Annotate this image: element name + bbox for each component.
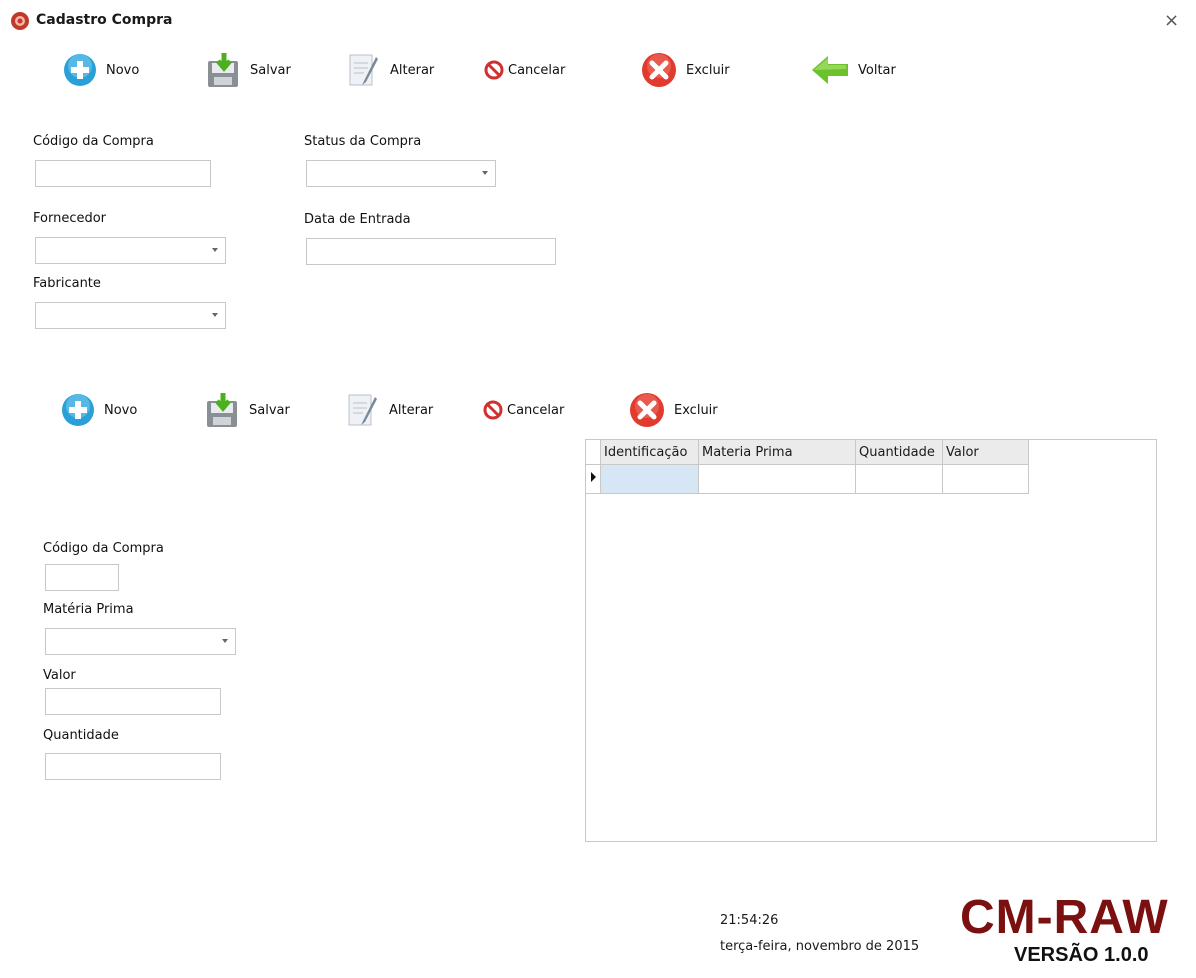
codigo-compra-input[interactable] [35, 160, 211, 187]
fornecedor-label: Fornecedor [33, 211, 107, 226]
chevron-down-icon [212, 313, 218, 317]
codigo-compra-label: Código da Compra [33, 134, 154, 149]
chevron-down-icon [222, 639, 228, 643]
salvar-item-label: Salvar [249, 402, 290, 418]
column-header-quantidade[interactable]: Quantidade [855, 440, 943, 465]
window-title: Cadastro Compra [36, 12, 173, 28]
cancel-icon [484, 60, 504, 80]
chevron-down-icon [212, 248, 218, 252]
chevron-down-icon [482, 171, 488, 175]
item-codigo-compra-input[interactable] [45, 564, 119, 591]
status-compra-label: Status da Compra [304, 134, 422, 149]
salvar-button[interactable]: Salvar [206, 50, 291, 90]
salvar-item-button[interactable]: Salvar [205, 390, 290, 430]
save-icon [206, 51, 242, 89]
current-date: terça-feira, novembro de 2015 [720, 939, 920, 954]
clock-time: 21:54:26 [720, 913, 779, 928]
cell-valor[interactable] [942, 464, 1029, 494]
materia-prima-label: Matéria Prima [43, 602, 134, 617]
app-icon [10, 11, 30, 31]
items-table: Identificação Materia Prima Quantidade V… [586, 440, 1029, 494]
novo-item-button[interactable]: Novo [60, 390, 137, 430]
save-icon [205, 391, 241, 429]
status-compra-select[interactable] [306, 160, 496, 187]
excluir-button[interactable]: Excluir [640, 50, 730, 90]
voltar-label: Voltar [858, 62, 896, 78]
column-header-identificacao[interactable]: Identificação [600, 440, 699, 465]
cancelar-item-button[interactable]: Cancelar [483, 390, 564, 430]
edit-icon [345, 391, 381, 429]
alterar-label: Alterar [390, 62, 435, 78]
cell-materia-prima[interactable] [698, 464, 856, 494]
fornecedor-select[interactable] [35, 237, 226, 264]
cell-identificacao[interactable] [600, 464, 699, 494]
alterar-item-label: Alterar [389, 402, 434, 418]
novo-label: Novo [106, 62, 140, 78]
excluir-label: Excluir [686, 62, 730, 78]
salvar-label: Salvar [250, 62, 291, 78]
alterar-item-button[interactable]: Alterar [345, 390, 433, 430]
cancelar-button[interactable]: Cancelar [484, 50, 565, 90]
quantidade-input[interactable] [45, 753, 221, 780]
materia-prima-select[interactable] [45, 628, 236, 655]
items-grid[interactable]: Identificação Materia Prima Quantidade V… [585, 439, 1157, 842]
fabricante-label: Fabricante [33, 276, 101, 291]
item-codigo-compra-label: Código da Compra [43, 541, 164, 556]
data-entrada-input[interactable] [306, 238, 556, 265]
row-selector-icon [586, 464, 601, 494]
table-row[interactable] [586, 464, 1029, 494]
plus-icon [60, 392, 96, 428]
voltar-button[interactable]: Voltar [810, 50, 896, 90]
close-icon[interactable]: × [1164, 10, 1179, 31]
novo-button[interactable]: Novo [62, 50, 139, 90]
cell-quantidade[interactable] [855, 464, 943, 494]
delete-icon [628, 391, 666, 429]
fabricante-select[interactable] [35, 302, 226, 329]
column-header-materia-prima[interactable]: Materia Prima [698, 440, 856, 465]
excluir-item-label: Excluir [674, 402, 718, 418]
novo-item-label: Novo [104, 402, 138, 418]
cancelar-label: Cancelar [508, 62, 566, 78]
edit-icon [346, 51, 382, 89]
grid-header-row: Identificação Materia Prima Quantidade V… [586, 440, 1029, 465]
brand-logo: CM-RAW [960, 891, 1169, 944]
grid-corner [586, 440, 601, 465]
cancel-icon [483, 400, 503, 420]
excluir-item-button[interactable]: Excluir [628, 390, 718, 430]
data-entrada-label: Data de Entrada [304, 212, 411, 227]
quantidade-label: Quantidade [43, 728, 119, 743]
back-arrow-icon [810, 53, 850, 87]
cancelar-item-label: Cancelar [507, 402, 565, 418]
valor-input[interactable] [45, 688, 221, 715]
alterar-button[interactable]: Alterar [346, 50, 434, 90]
delete-icon [640, 51, 678, 89]
plus-icon [62, 52, 98, 88]
version-label: VERSÃO 1.0.0 [1014, 944, 1149, 966]
valor-label: Valor [43, 668, 76, 683]
column-header-valor[interactable]: Valor [942, 440, 1029, 465]
